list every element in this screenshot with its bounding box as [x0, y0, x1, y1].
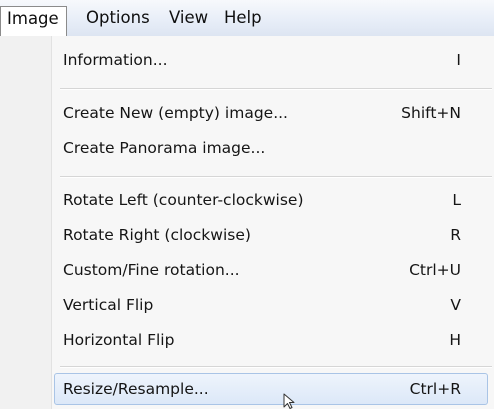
menu-item-label: Information... [63, 51, 168, 69]
menu-item-label: Rotate Right (clockwise) [63, 226, 251, 244]
menu-item-custom-fine-rotation[interactable]: Custom/Fine rotation... Ctrl+U [54, 254, 488, 286]
menu-item-shortcut: I [456, 51, 461, 69]
menu-item-label: Resize/Resample... [63, 380, 209, 398]
menu-item-shortcut: Ctrl+R [409, 380, 461, 398]
menu-item-shortcut: Ctrl+U [409, 261, 461, 279]
menu-bar: Image Options View Help [0, 0, 494, 37]
menu-separator [60, 88, 492, 90]
menu-separator [60, 366, 492, 368]
menu-icon-gutter [0, 36, 52, 409]
menu-separator [60, 176, 492, 178]
application-window: Image Options View Help Information... I… [0, 0, 494, 409]
menu-item-label: Custom/Fine rotation... [63, 261, 240, 279]
menu-item-horizontal-flip[interactable]: Horizontal Flip H [54, 324, 488, 356]
menu-image[interactable]: Image [0, 6, 67, 37]
menu-item-vertical-flip[interactable]: Vertical Flip V [54, 289, 488, 321]
menu-view[interactable]: View [163, 6, 214, 32]
menu-item-information[interactable]: Information... I [54, 44, 488, 76]
menu-item-resize-resample[interactable]: Resize/Resample... Ctrl+R [54, 373, 488, 405]
menu-item-shortcut: V [450, 296, 461, 314]
menu-item-shortcut: H [449, 331, 461, 349]
menu-options[interactable]: Options [80, 6, 156, 32]
menu-item-rotate-left[interactable]: Rotate Left (counter-clockwise) L [54, 184, 488, 216]
menu-help[interactable]: Help [218, 6, 268, 32]
menu-item-label: Create Panorama image... [63, 139, 266, 157]
menu-item-rotate-right[interactable]: Rotate Right (clockwise) R [54, 219, 488, 251]
menu-item-label: Vertical Flip [63, 296, 154, 314]
menu-item-shortcut: R [450, 226, 461, 244]
menu-item-shortcut: Shift+N [401, 104, 461, 122]
menu-item-label: Create New (empty) image... [63, 104, 288, 122]
menu-item-label: Horizontal Flip [63, 331, 175, 349]
menu-item-create-new-image[interactable]: Create New (empty) image... Shift+N [54, 97, 488, 129]
menu-item-create-panorama-image[interactable]: Create Panorama image... [54, 132, 488, 164]
menu-item-shortcut: L [452, 191, 461, 209]
mouse-pointer-icon [283, 393, 295, 409]
menu-item-label: Rotate Left (counter-clockwise) [63, 191, 304, 209]
